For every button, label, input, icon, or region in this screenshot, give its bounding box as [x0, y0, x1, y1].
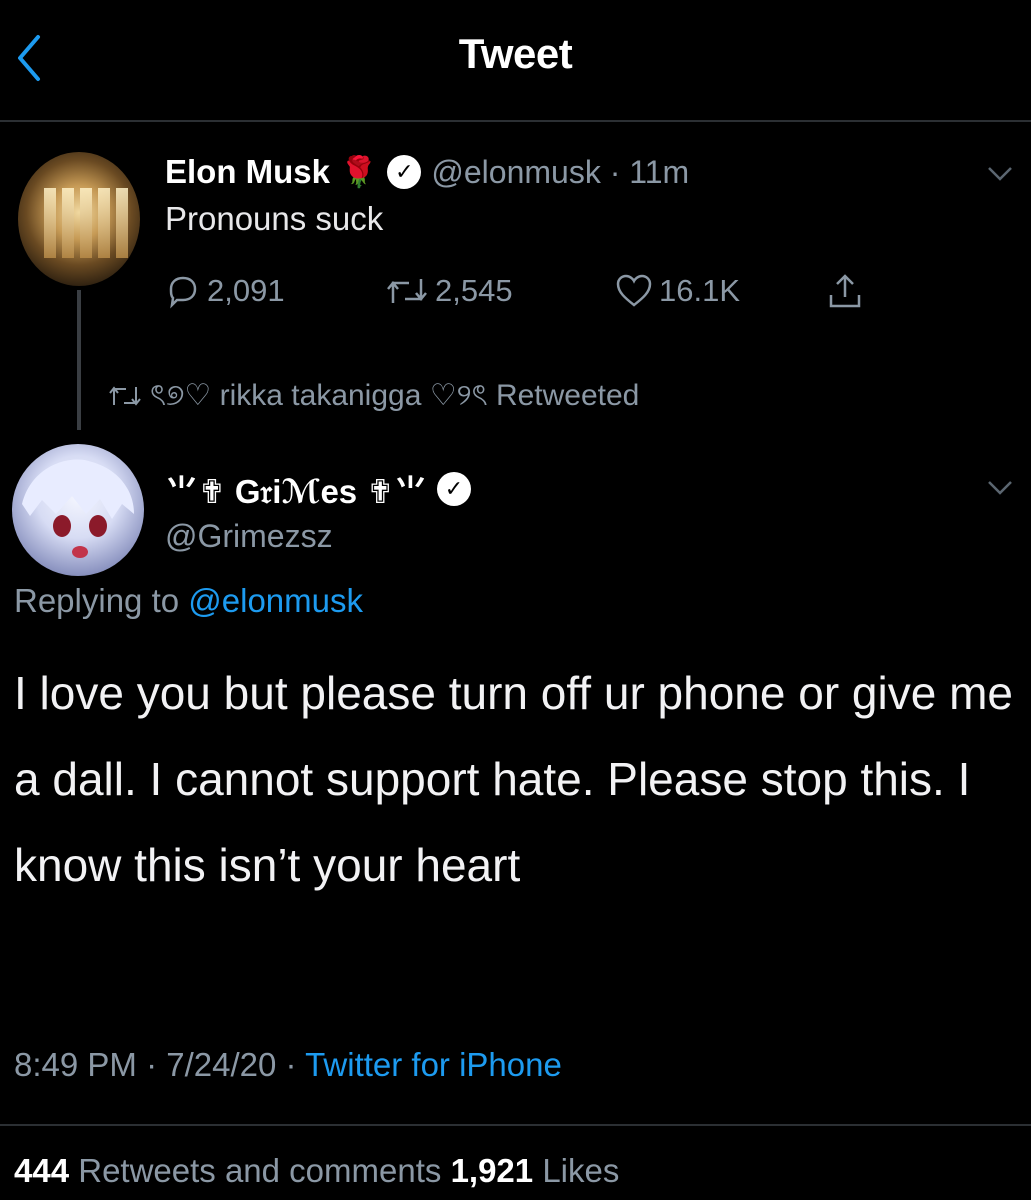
verified-badge-icon: ✓ — [387, 155, 422, 189]
tweet-meta: 8:49 PM · 7/24/20 · Twitter for iPhone — [14, 1046, 562, 1084]
replying-prefix: Replying to — [14, 582, 189, 619]
likes-count: 1,921 — [450, 1152, 534, 1189]
author-handle[interactable]: @Grimezsz — [165, 518, 333, 555]
retweets-count: 444 — [14, 1152, 70, 1189]
page-title: Tweet — [458, 30, 573, 77]
avatar-grimes[interactable] — [12, 444, 144, 576]
likes-label: Likes — [533, 1152, 620, 1189]
like-button[interactable]: 16.1K — [615, 273, 825, 309]
display-name[interactable]: ⺌✟ G𝔯iℳes ✟⺌ — [165, 465, 427, 513]
source-link[interactable]: Twitter for iPhone — [305, 1046, 562, 1083]
share-icon — [829, 274, 861, 308]
tweet-stats: 444 Retweets and comments 1,921 Likes — [14, 1152, 619, 1190]
tweet-author-row: ⺌✟ G𝔯iℳes ✟⺌ ✓ — [165, 465, 471, 513]
replying-mention-link[interactable]: @elonmusk — [188, 582, 363, 619]
reply-count: 2,091 — [207, 273, 285, 308]
reply-button[interactable]: 2,091 — [165, 273, 385, 309]
tweet-menu-chevron-down-icon[interactable] — [986, 474, 1014, 502]
retweet-button[interactable]: 2,545 — [385, 273, 615, 309]
retweet-count: 2,545 — [435, 273, 513, 308]
likes-stat[interactable]: 1,921 Likes — [451, 1152, 620, 1189]
rose-icon: 🌹 — [340, 155, 378, 189]
heart-icon — [616, 274, 652, 307]
tweet-text: I love you but please turn off ur phone … — [14, 667, 1013, 891]
reply-icon — [169, 276, 197, 309]
avatar-elon[interactable] — [18, 152, 140, 286]
retweet-icon — [387, 279, 427, 303]
like-count: 16.1K — [659, 273, 741, 308]
retweeted-context: ৎ୭♡ rikka takanigga ♡୨ৎ Retweeted — [108, 374, 639, 418]
thread-line — [77, 290, 81, 430]
tweet-menu-chevron-down-icon[interactable] — [986, 160, 1014, 188]
replying-to: Replying to @elonmusk — [14, 582, 363, 620]
verified-badge-icon: ✓ — [436, 472, 471, 506]
handle-and-time: @elonmusk · 11m — [431, 153, 690, 190]
quoted-tweet-text: Pronouns suck — [165, 200, 384, 237]
timestamp: 8:49 PM · 7/24/20 · — [14, 1046, 306, 1083]
retweet-icon — [109, 386, 141, 406]
header-divider — [0, 120, 1031, 122]
retweets-stat[interactable]: 444 Retweets and comments — [14, 1152, 451, 1189]
share-button[interactable] — [825, 271, 865, 311]
display-name[interactable]: Elon Musk — [165, 153, 330, 191]
retweeted-by-text[interactable]: ৎ୭♡ rikka takanigga ♡୨ৎ Retweeted — [150, 371, 639, 422]
tweet-actions: 2,091 2,545 16.1K — [165, 268, 865, 314]
quoted-tweet-header: Elon Musk 🌹 ✓ @elonmusk · 11m — [165, 150, 689, 194]
stats-divider — [0, 1124, 1031, 1126]
retweets-label: Retweets and comments — [69, 1152, 451, 1189]
